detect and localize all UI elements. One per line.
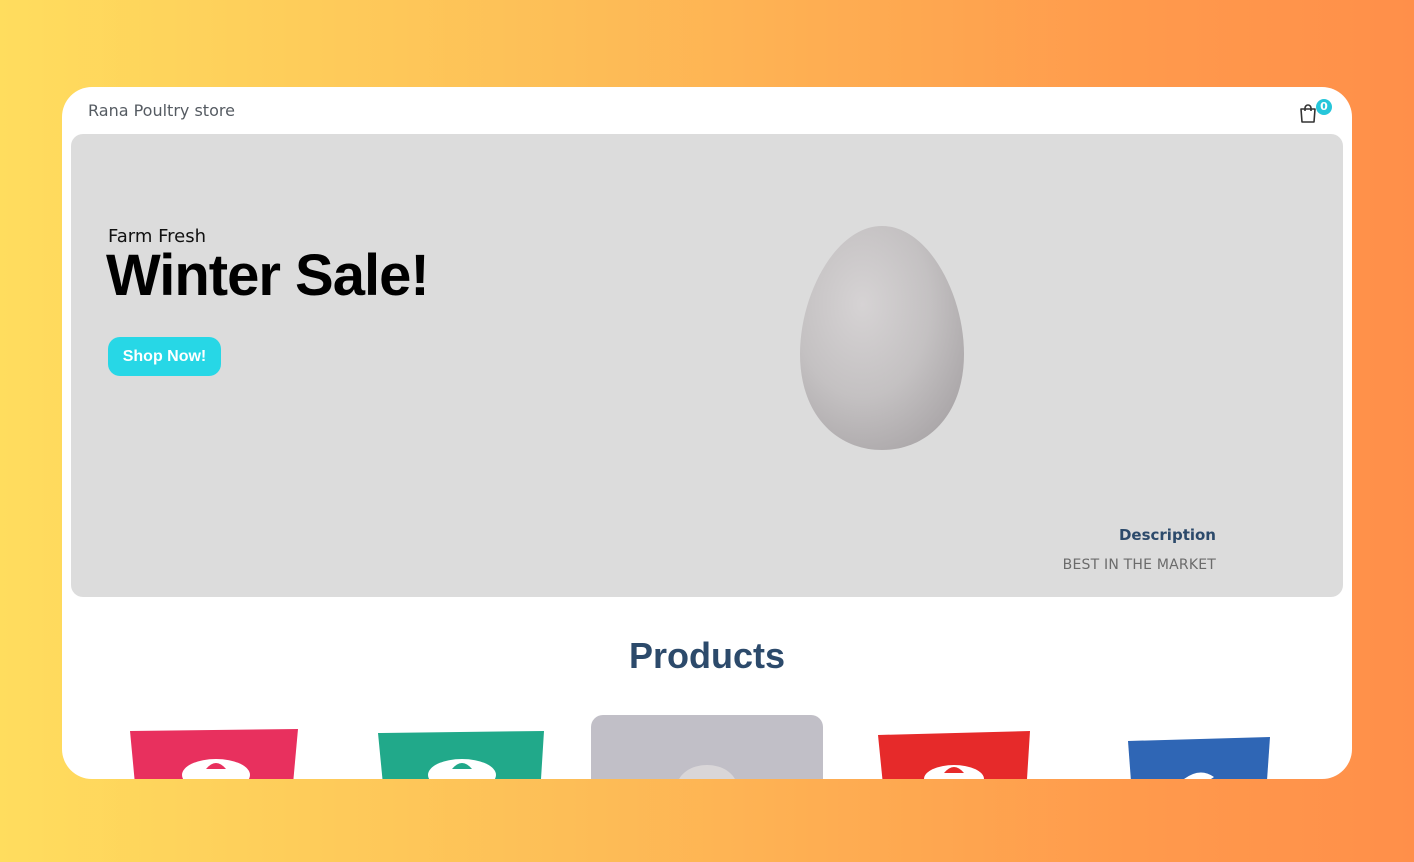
product-card[interactable] (126, 715, 358, 779)
egg-product-image (679, 765, 735, 779)
feed-bag-image (378, 731, 544, 779)
feed-bag-image (1128, 737, 1270, 779)
feed-bag-image (878, 731, 1030, 779)
shopping-bag-icon (1300, 104, 1316, 123)
product-card[interactable] (872, 715, 1104, 779)
hero-banner: Farm Fresh Winter Sale! Shop Now! Descri… (71, 134, 1343, 597)
hero-title: Winter Sale! (106, 243, 430, 308)
egg-image (800, 226, 964, 450)
feed-bag-image (130, 729, 298, 779)
store-name-logo[interactable]: Rana Poultry store (88, 101, 235, 120)
navbar: Rana Poultry store 0 (62, 87, 1352, 134)
product-card[interactable] (1124, 715, 1352, 779)
product-card[interactable] (591, 715, 823, 779)
cart-count-badge: 0 (1316, 99, 1332, 115)
shop-now-button[interactable]: Shop Now! (108, 337, 221, 376)
product-card[interactable] (374, 715, 606, 779)
products-heading: Products (628, 635, 786, 676)
description-text: BEST IN THE MARKET (1062, 557, 1216, 573)
app-window: Rana Poultry store 0 Farm Fresh Winter S… (62, 87, 1352, 779)
cart-button[interactable]: 0 (1298, 99, 1332, 127)
description-heading: Description (1118, 526, 1216, 544)
